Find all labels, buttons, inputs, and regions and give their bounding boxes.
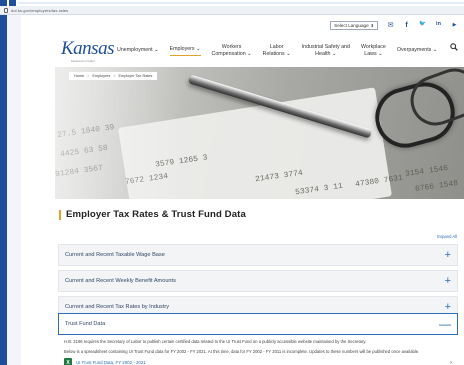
- language-label: Select Language: [334, 22, 369, 28]
- left-window-edge: [0, 15, 55, 365]
- accordion-trust-fund-data[interactable]: Trust Fund Data —: [58, 313, 458, 335]
- nav-item-workers-compensation[interactable]: Workers Compensation ⌄: [212, 44, 252, 58]
- main-nav: Kansas Department of Labor Unemployment …: [55, 37, 464, 67]
- nav-item-labor-relations[interactable]: Labor Relations ⌄: [263, 44, 291, 58]
- minus-icon[interactable]: —: [439, 318, 451, 330]
- utility-bar: Select Language ⬍ ✉ f 🐦 in ▶: [55, 15, 464, 35]
- accordion-taxable-wage-base[interactable]: Current and Recent Taxable Wage Base +: [58, 244, 458, 266]
- chevron-down-icon: ⌄: [432, 47, 438, 54]
- nav-item-industrial-safety[interactable]: Industrial Safety and Health ⌄: [302, 44, 350, 58]
- breadcrumb-separator: >: [113, 74, 116, 78]
- hero-fade: [55, 67, 185, 199]
- twitter-icon[interactable]: 🐦: [419, 22, 426, 29]
- nav-item-label: Labor: [269, 43, 284, 50]
- chevron-down-icon: ⌄: [286, 51, 291, 57]
- search-icon-svg: [450, 43, 458, 51]
- chevron-right-icon: ›: [450, 359, 452, 365]
- accordion-label: Current and Recent Taxable Wage Base: [65, 252, 165, 258]
- nav-item-label: Workplace: [360, 43, 386, 50]
- chevron-down-icon: ⌄: [154, 47, 159, 54]
- page-title: Employer Tax Rates & Trust Fund Data: [59, 210, 246, 220]
- chevron-down-icon: ⌄: [378, 51, 383, 57]
- breadcrumb-employers[interactable]: Employers: [92, 74, 110, 78]
- email-icon[interactable]: ✉: [387, 22, 394, 29]
- accordion-label: Current and Recent Weekly Benefit Amount…: [65, 278, 176, 284]
- logo-wordmark: Kansas: [61, 38, 114, 59]
- nav-item-unemployment[interactable]: Unemployment ⌄: [117, 47, 159, 54]
- linkedin-icon[interactable]: in: [435, 22, 442, 29]
- trust-fund-paragraph-1: H.B. 2196 requires the Secretary of Labo…: [64, 339, 367, 344]
- desktop-strip: [0, 15, 7, 365]
- kansas-logo[interactable]: Kansas Department of Labor: [61, 38, 114, 68]
- plus-icon[interactable]: +: [445, 275, 451, 287]
- nav-item-label: Compensation: [211, 51, 246, 57]
- search-icon[interactable]: [450, 43, 458, 53]
- url-text[interactable]: dol.ks.gov/employers/tax-rates: [11, 8, 68, 13]
- chevron-down-icon: ⌄: [196, 46, 201, 53]
- language-select[interactable]: Select Language ⬍: [330, 20, 378, 30]
- accordion-label: Current and Recent Tax Rates by Industry: [65, 304, 170, 310]
- trust-fund-file-link[interactable]: UI Trust Fund Data, FY 2002 - 2021: [76, 360, 146, 365]
- file-row[interactable]: X UI Trust Fund Data, FY 2002 - 2021 ›: [64, 358, 452, 365]
- breadcrumb-home[interactable]: Home: [74, 74, 84, 78]
- chevron-down-icon: ⌄: [247, 51, 252, 57]
- nav-item-overpayments[interactable]: Overpayments ⌄: [397, 47, 437, 54]
- breadcrumb-separator: >: [87, 74, 90, 78]
- facebook-icon[interactable]: f: [403, 22, 410, 29]
- nav-items: Unemployment ⌄ Employers ⌄ Workers Compe…: [117, 37, 437, 65]
- logo-subtitle: Department of Labor: [71, 60, 95, 63]
- nav-item-label: Laws: [364, 51, 377, 57]
- breadcrumb: Home > Employers > Employer Tax Rates: [69, 72, 158, 80]
- accordion-label: Trust Fund Data: [65, 321, 106, 327]
- address-bar[interactable]: dol.ks.gov/employers/tax-rates: [0, 6, 464, 15]
- trust-fund-paragraph-2: Below is a spreadsheet containing UI Tru…: [64, 348, 420, 354]
- file-row-left: X UI Trust Fund Data, FY 2002 - 2021: [64, 358, 146, 365]
- main-content: Employer Tax Rates & Trust Fund Data Exp…: [55, 199, 464, 365]
- expand-all-link[interactable]: Expand All: [437, 234, 457, 239]
- hero-image: 27.5 1840 39 4425 63 58 91284 3567 7672 …: [55, 67, 464, 199]
- nav-item-label: Employers: [169, 46, 195, 53]
- plus-icon[interactable]: +: [445, 249, 451, 261]
- chevron-down-icon: ⌄: [331, 51, 337, 57]
- nav-item-workplace-laws[interactable]: Workplace Laws ⌄: [361, 44, 386, 58]
- nav-item-label: Relations: [262, 51, 285, 57]
- chevron-updown-icon: ⬍: [370, 22, 374, 28]
- nav-item-label: Overpayments: [396, 47, 432, 54]
- lock-icon: [4, 7, 8, 13]
- excel-file-icon: X: [64, 358, 72, 365]
- nav-item-label: Industrial Safety and: [301, 43, 350, 50]
- nav-item-label: Unemployment: [117, 47, 153, 54]
- nav-item-label: Health: [315, 51, 331, 57]
- plus-icon[interactable]: +: [445, 301, 451, 313]
- nav-item-employers[interactable]: Employers ⌄: [169, 46, 201, 56]
- youtube-icon[interactable]: ▶: [451, 22, 458, 29]
- side-pane: [7, 15, 21, 365]
- breadcrumb-current: Employer Tax Rates: [118, 74, 153, 78]
- accordion-weekly-benefit-amounts[interactable]: Current and Recent Weekly Benefit Amount…: [58, 270, 458, 292]
- nav-item-label: Workers: [221, 43, 242, 50]
- tab-strip: [18, 2, 464, 4]
- trust-fund-panel: H.B. 2196 requires the Secretary of Labo…: [58, 336, 458, 365]
- website: Select Language ⬍ ✉ f 🐦 in ▶ Kansas Depa…: [55, 15, 464, 365]
